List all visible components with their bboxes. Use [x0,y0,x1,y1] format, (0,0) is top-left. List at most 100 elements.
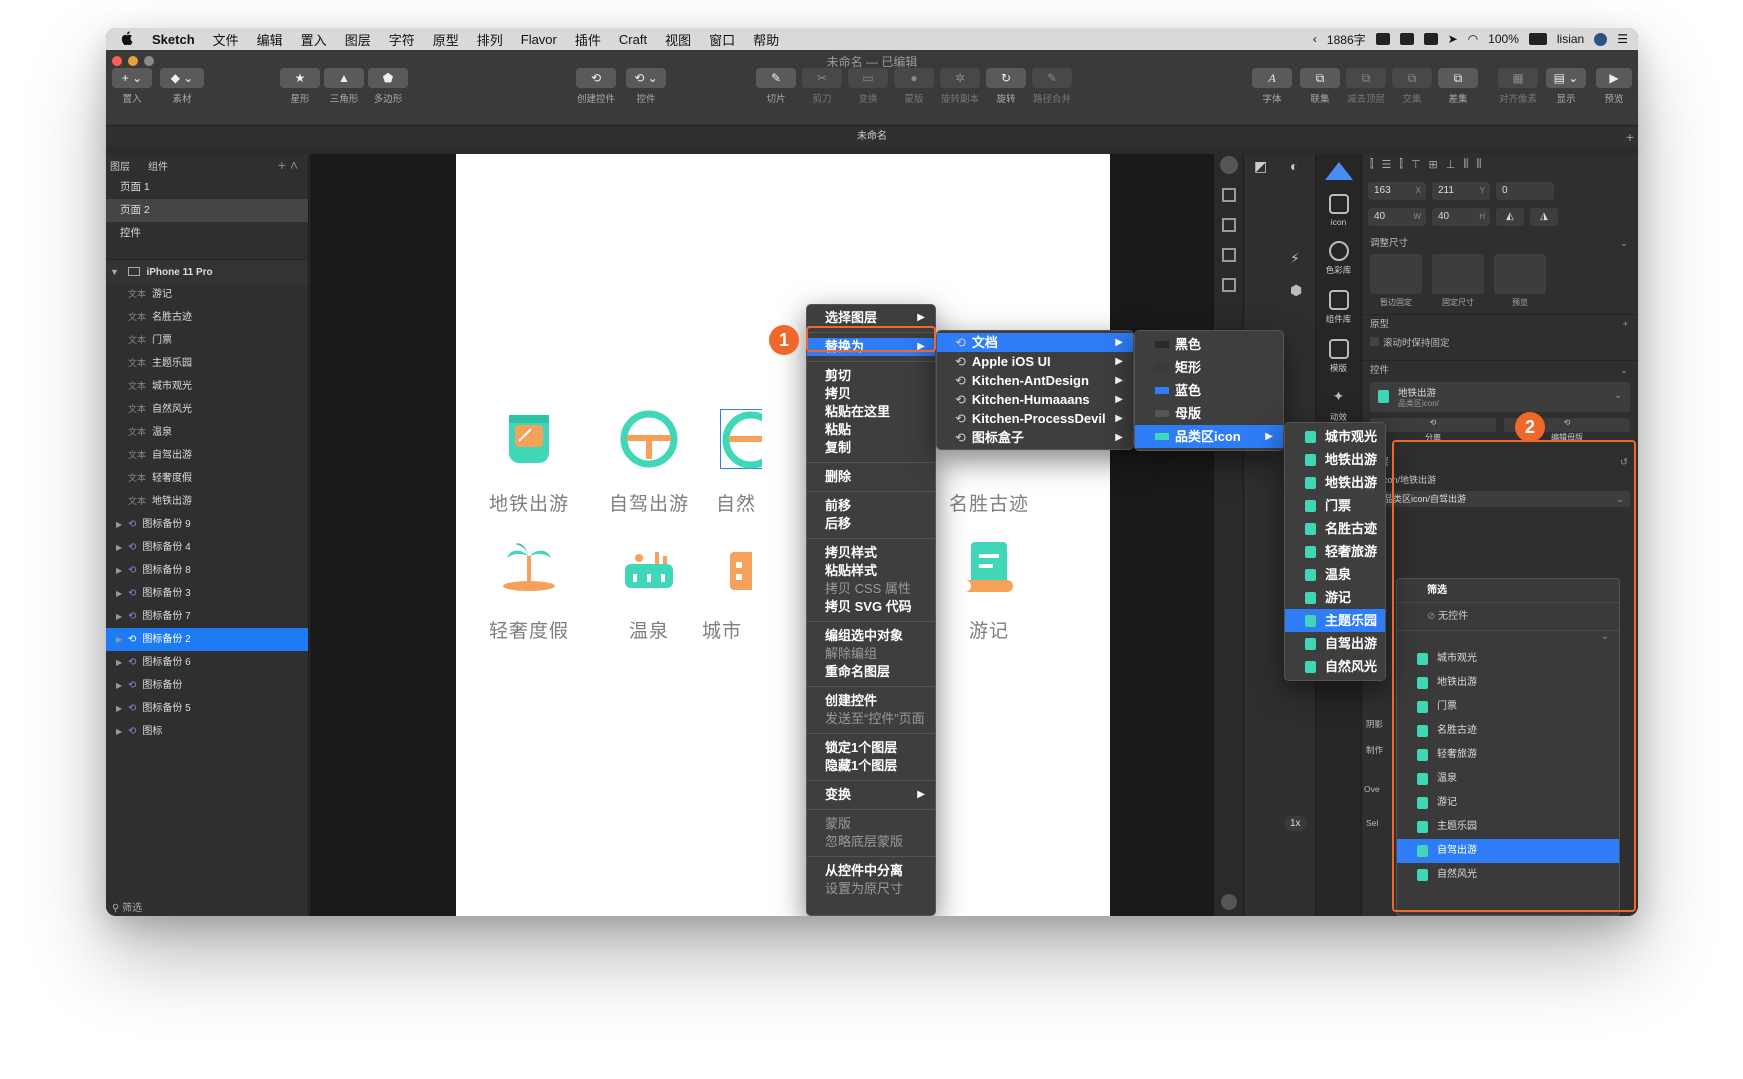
wifi-icon[interactable]: ◠ [1468,32,1478,46]
category-item[interactable]: 地铁出游 [1285,448,1385,471]
menu-delete[interactable]: 删除 [807,468,935,486]
menu-detach[interactable]: 从控件中分离 [807,862,935,880]
mask-icon[interactable]: ● [894,68,934,88]
library-item[interactable]: ⟲ 文档 ▶ [937,333,1133,352]
preview-option[interactable]: 预览 [1494,254,1546,308]
play-icon[interactable]: ▶ [1596,68,1632,88]
menu-help[interactable]: 帮助 [753,30,779,49]
grid-icon[interactable] [1221,218,1236,232]
rotate-copies-tool[interactable]: ✲ 旋转副本 [940,68,980,105]
layer-row[interactable]: 文本 城市观光 [106,375,308,398]
menu-sketch[interactable]: Sketch [152,32,195,47]
frame-icon[interactable] [1221,278,1236,292]
disclosure-icon[interactable]: ▶ [116,720,122,743]
layer-row[interactable]: 文本 游记 [106,283,308,306]
disclosure-icon[interactable]: ▶ [116,559,122,582]
checkbox[interactable] [1370,337,1379,346]
flatten-tool[interactable]: ✎ 路径合并 [1032,68,1072,105]
zoom-level[interactable]: 1x [1284,816,1307,831]
category-item[interactable]: 地铁出游 [1285,471,1385,494]
bolt-icon[interactable]: ⚡ [1290,250,1300,267]
menu-layer[interactable]: 图层 [345,30,371,49]
menu-edit[interactable]: 编辑 [257,30,283,49]
polygon-icon[interactable]: ⬟ [368,68,408,88]
list-icon[interactable]: ☰ [1617,32,1628,46]
menu-duplicate[interactable]: 复制 [807,439,935,457]
intersect-tool[interactable]: ⧉ 交集 [1392,68,1432,105]
y-field[interactable]: 211 Y [1432,182,1490,200]
toolbar-icon[interactable]: ◩ [1254,158,1267,175]
layer-row[interactable]: 文本 门票 [106,329,308,352]
menu-window[interactable]: 窗口 [709,30,735,49]
status-icon[interactable] [1423,33,1438,45]
fix-on-scroll-row[interactable]: 滚动时保持固定 [1362,334,1638,354]
chevron-left-icon[interactable]: ‹ [1313,32,1317,46]
library-item[interactable]: ⟲ Kitchen-AntDesign ▶ [937,371,1133,390]
disclosure-icon[interactable]: ▶ [116,605,122,628]
menu-copy-style[interactable]: 拷贝样式 [807,544,935,562]
document-item[interactable]: 母版 [1135,402,1283,425]
artboard-row[interactable]: ▼ iPhone 11 Pro [106,259,308,283]
layer-row[interactable]: ▶ ⟲ 图标备份 [106,674,308,697]
layer-row[interactable]: ▶ ⟲ 图标备份 5 [106,697,308,720]
create-symbol-tool[interactable]: ⟲ 创建控件 [576,68,616,105]
align-bottom-icon[interactable]: ⊥ [1446,158,1456,172]
flip-h-icon[interactable]: ◭ [1496,208,1524,226]
send-icon[interactable]: ➤ [1448,32,1458,46]
menu-craft[interactable]: Craft [619,32,647,47]
icon-city[interactable]: 城市 [702,536,752,643]
icon-drive[interactable]: 自驾出游 [594,409,704,516]
layer-row[interactable]: ▶ ⟲ 图标备份 2 [106,628,308,651]
status-icon[interactable] [1375,33,1390,45]
difference-tool[interactable]: ⧉ 差集 [1438,68,1478,105]
material-tool[interactable]: ◆ ⌄ 素材 [160,68,204,105]
menu-file[interactable]: 文件 [213,30,239,49]
disclosure-icon[interactable]: ▶ [116,697,122,720]
symbol-selector[interactable]: 地铁出游 品类区icon/ ⌄ [1370,382,1630,412]
align-left-icon[interactable]: ⫿ [1370,158,1374,172]
layer-row[interactable]: ▶ ⟲ 图标备份 3 [106,582,308,605]
distribute-icon[interactable]: ⫼ [1476,158,1481,172]
layer-row[interactable]: 文本 轻奢度假 [106,467,308,490]
menu-create-symbol[interactable]: 创建控件 [807,692,935,710]
polygon-tool[interactable]: ⬟ 多边形 [368,68,408,105]
insert-tool[interactable]: + ⌄ 置入 [112,68,152,105]
menu-paste-here[interactable]: 粘贴在这里 [807,403,935,421]
align-top-icon[interactable]: ⊤ [1411,158,1421,172]
triangle-icon[interactable]: ▲ [324,68,364,88]
layer-row[interactable]: 文本 自驾出游 [106,444,308,467]
layer-row[interactable]: ▶ ⟲ 图标 [106,720,308,743]
symbol-icon[interactable]: ⟲ ⌄ [626,68,666,88]
rotate-tool[interactable]: ↻ 旋转 [986,68,1026,105]
fix-size-option[interactable]: 固定尺寸 [1432,254,1484,308]
library-item[interactable]: ⟲ Kitchen-Humaaans ▶ [937,390,1133,409]
menu-mask[interactable]: 蒙版 [807,815,935,833]
document-tab[interactable]: 未命名 + [106,125,1638,147]
hexagon-icon[interactable]: ⬢ [1290,282,1302,299]
category-item[interactable]: 自驾出游 [1285,632,1385,655]
union-icon[interactable]: ⧉ [1300,68,1340,88]
document-item[interactable]: 黑色 [1135,333,1283,356]
new-tab-icon[interactable]: + [1626,126,1634,148]
slice-icon[interactable]: ✎ [756,68,796,88]
disclosure-icon[interactable]: ▶ [116,674,122,697]
display-icon[interactable]: ▤ ⌄ [1546,68,1586,88]
disclosure-icon[interactable]: ▼ [110,267,119,277]
x-field[interactable]: 163 X [1368,182,1426,200]
text-icon[interactable]: A [1252,68,1292,88]
category-item[interactable]: 轻奢旅游 [1285,540,1385,563]
star-tool[interactable]: ★ 星形 [280,68,320,105]
add-page-icon[interactable]: + ˄ [278,157,298,173]
document-item[interactable]: 矩形 [1135,356,1283,379]
menu-group[interactable]: 编组选中对象 [807,627,935,645]
plus-icon[interactable]: + ⌄ [112,68,152,88]
disclosure-icon[interactable]: ▶ [116,651,122,674]
icon-travel-notes[interactable]: 游记 [934,536,1044,643]
chevron-down-icon[interactable]: ⌄ [1620,234,1628,254]
component-library[interactable]: 组件库 [1316,290,1361,325]
layer-row[interactable]: ▶ ⟲ 图标备份 7 [106,605,308,628]
icon-subway[interactable]: 地铁出游 [474,409,584,516]
canvas[interactable]: 地铁出游 自驾出游 自然 园 名胜古迹 [310,154,1214,916]
category-item[interactable]: 自然风光 [1285,655,1385,678]
disclosure-icon[interactable]: ▶ [116,536,122,559]
